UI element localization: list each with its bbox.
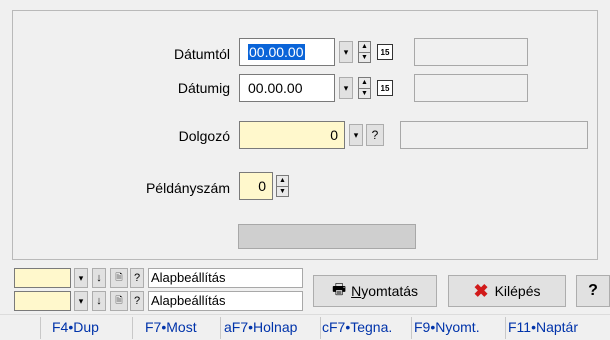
spin-up-icon[interactable]: ▲ bbox=[359, 42, 370, 53]
dolgozo-lookup-button[interactable]: ? bbox=[366, 124, 384, 146]
spin-down-icon[interactable]: ▼ bbox=[359, 89, 370, 99]
help-icon: ? bbox=[133, 295, 141, 307]
document-icon: 🗎 bbox=[115, 272, 123, 282]
spin-up-icon[interactable]: ▲ bbox=[359, 78, 370, 89]
preset-1-save-button[interactable]: ↓ bbox=[92, 268, 106, 288]
peldanyszam-spinner[interactable]: ▲ ▼ bbox=[276, 175, 289, 197]
spin-up-icon[interactable]: ▲ bbox=[277, 176, 288, 187]
datumtol-label: Dátumtól bbox=[173, 46, 230, 62]
datumig-input[interactable]: 00.00.00 bbox=[239, 74, 335, 102]
datumig-spinner[interactable]: ▲ ▼ bbox=[358, 77, 371, 99]
datumtol-display bbox=[414, 38, 528, 66]
fkey-cf7[interactable]: cF7•Tegna. bbox=[322, 319, 408, 335]
preset-1-name[interactable]: Alapbeállítás bbox=[148, 268, 303, 288]
chevron-down-icon: ▾ bbox=[78, 295, 84, 306]
preset-2-dropdown-button[interactable]: ▾ bbox=[74, 291, 88, 311]
chevron-down-icon: ▾ bbox=[343, 46, 349, 57]
arrow-down-icon: ↓ bbox=[96, 295, 102, 307]
datumtol-input[interactable]: 00.00.00 bbox=[239, 38, 335, 66]
fkey-f7[interactable]: F7•Most bbox=[145, 319, 197, 335]
datumig-dropdown-button[interactable]: ▾ bbox=[339, 77, 353, 99]
progress-bar bbox=[238, 224, 416, 249]
help-button[interactable]: ? bbox=[576, 275, 610, 307]
fkey-f11[interactable]: F11•Naptár bbox=[508, 319, 598, 335]
calendar-icon[interactable]: 15 bbox=[377, 44, 393, 60]
datumtol-spinner[interactable]: ▲ ▼ bbox=[358, 41, 371, 63]
help-icon: ? bbox=[371, 128, 379, 142]
datumtol-dropdown-button[interactable]: ▾ bbox=[339, 41, 353, 63]
preset-2-load-button[interactable]: 🗎 bbox=[110, 291, 128, 311]
print-button[interactable]: 🖶 Nyomtatás bbox=[313, 275, 437, 307]
preset-2-name[interactable]: Alapbeállítás bbox=[148, 291, 303, 311]
printer-icon: 🖶 bbox=[331, 280, 347, 298]
datumig-value: 00.00.00 bbox=[248, 80, 303, 96]
peldanyszam-label: Példányszám bbox=[145, 180, 230, 196]
preset-1-load-button[interactable]: 🗎 bbox=[110, 268, 128, 288]
dolgozo-input[interactable]: 0 bbox=[239, 121, 345, 149]
fkey-af7[interactable]: aF7•Holnap bbox=[224, 319, 316, 335]
arrow-down-icon: ↓ bbox=[96, 272, 102, 284]
preset-2-input[interactable] bbox=[14, 291, 71, 311]
datumig-label: Dátumig bbox=[177, 80, 230, 96]
preset-2-save-button[interactable]: ↓ bbox=[92, 291, 106, 311]
help-icon: ? bbox=[133, 272, 141, 284]
peldanyszam-input[interactable]: 0 bbox=[239, 172, 273, 200]
preset-1-help-button[interactable]: ? bbox=[130, 268, 144, 288]
fkey-f9[interactable]: F9•Nyomt. bbox=[414, 319, 480, 335]
print-label: Nyomtatás bbox=[351, 283, 419, 299]
preset-1-dropdown-button[interactable]: ▾ bbox=[74, 268, 88, 288]
help-icon: ? bbox=[588, 282, 598, 299]
datumig-display bbox=[414, 74, 528, 102]
dolgozo-dropdown-button[interactable]: ▾ bbox=[349, 124, 363, 146]
spin-down-icon[interactable]: ▼ bbox=[359, 53, 370, 63]
dolgozo-display bbox=[400, 121, 588, 149]
document-icon: 🗎 bbox=[115, 295, 123, 305]
datumtol-value: 00.00.00 bbox=[248, 44, 305, 60]
chevron-down-icon: ▾ bbox=[353, 129, 359, 140]
preset-2-help-button[interactable]: ? bbox=[130, 291, 144, 311]
close-icon: ✖ bbox=[473, 280, 489, 301]
function-key-bar: F4•Dup F7•Most aF7•Holnap cF7•Tegna. F9•… bbox=[0, 314, 610, 340]
fkey-f4[interactable]: F4•Dup bbox=[52, 319, 99, 335]
calendar-icon[interactable]: 15 bbox=[377, 80, 393, 96]
spin-down-icon[interactable]: ▼ bbox=[277, 187, 288, 197]
preset-1-input[interactable] bbox=[14, 268, 71, 288]
dolgozo-label: Dolgozó bbox=[178, 128, 230, 144]
chevron-down-icon: ▾ bbox=[343, 82, 349, 93]
exit-button[interactable]: ✖ Kilépés bbox=[448, 275, 566, 307]
chevron-down-icon: ▾ bbox=[78, 272, 84, 283]
exit-label: Kilépés bbox=[494, 283, 541, 299]
